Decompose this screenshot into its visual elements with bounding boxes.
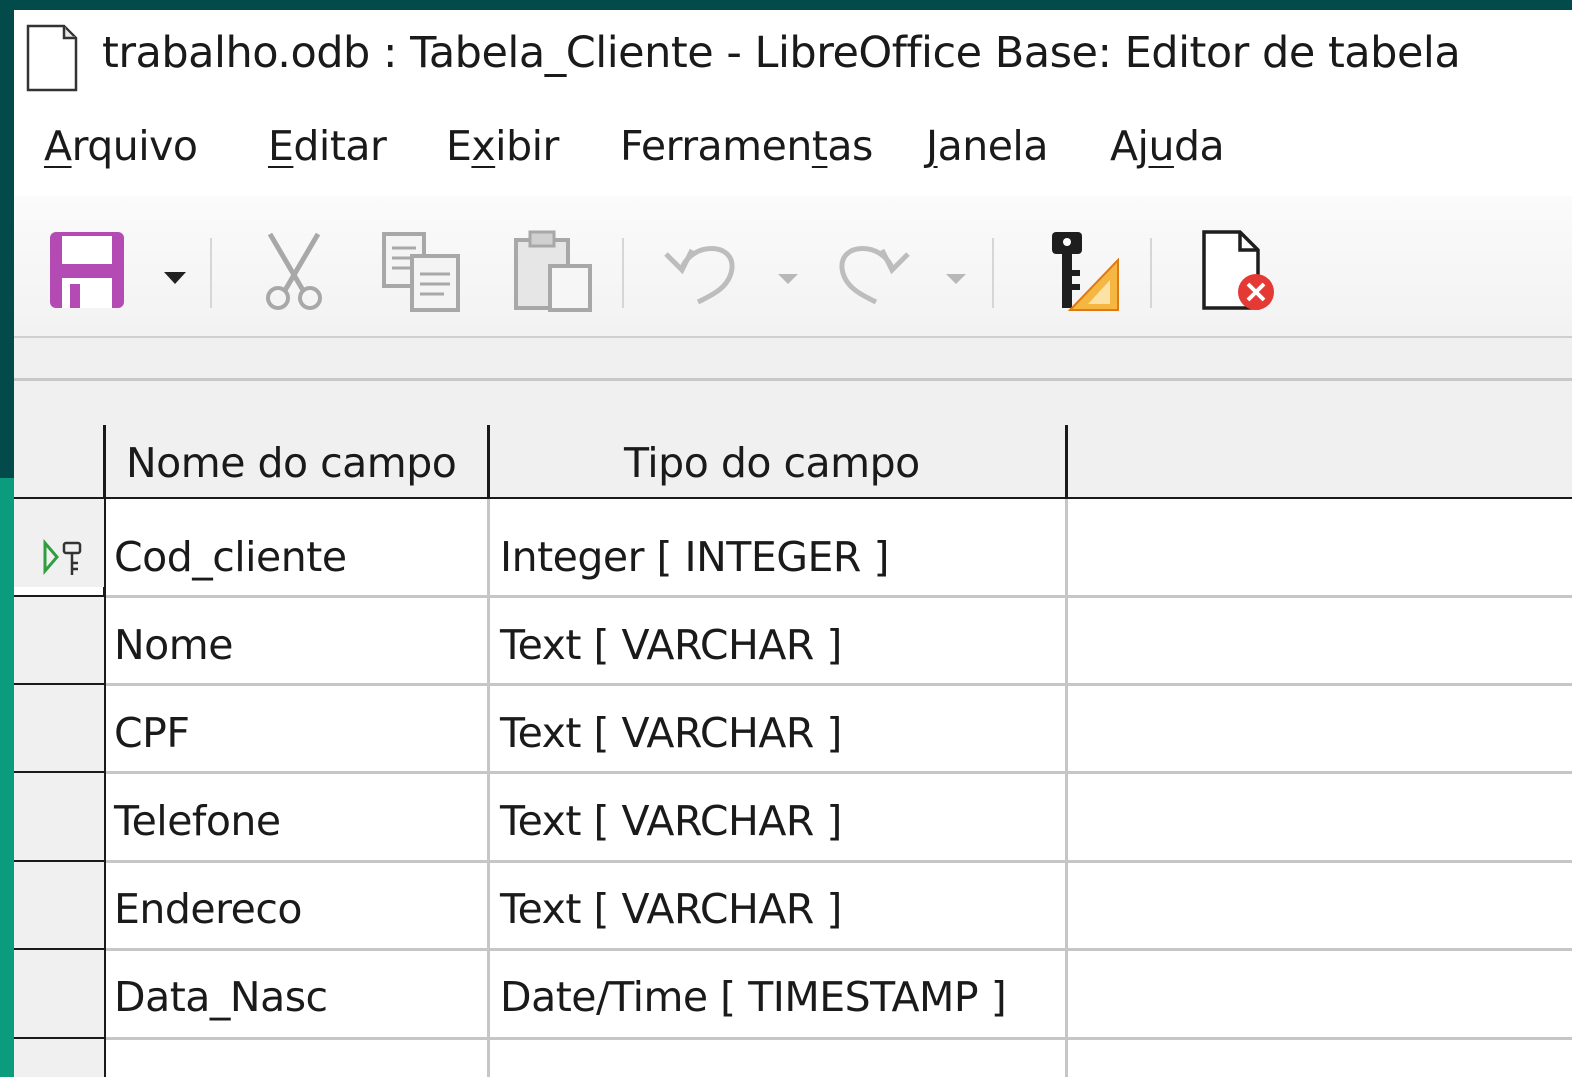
menu-exibir-accel: x <box>471 122 496 170</box>
toolbar-separator <box>622 238 624 308</box>
index-design-icon[interactable] <box>1048 230 1120 312</box>
grid-corner-header <box>14 425 104 497</box>
menu-editar-rest: ditar <box>293 122 387 170</box>
row-divider <box>106 860 1572 863</box>
undo-icon[interactable] <box>662 236 738 306</box>
field-name-cell[interactable]: Data_Nasc <box>114 973 328 1021</box>
grid-top-strip <box>14 381 1572 425</box>
field-type-cell[interactable]: Text [ VARCHAR ] <box>500 885 842 933</box>
row-divider <box>106 948 1572 951</box>
column-header-field-type[interactable]: Tipo do campo <box>490 425 1066 497</box>
field-type-cell[interactable]: Text [ VARCHAR ] <box>500 621 842 669</box>
field-name-cell[interactable]: Endereco <box>114 885 302 933</box>
save-icon[interactable] <box>48 230 126 310</box>
toolbar-separator <box>210 238 212 308</box>
field-type-cell[interactable]: Text [ VARCHAR ] <box>500 709 842 757</box>
document-icon <box>26 24 78 92</box>
column-divider <box>487 499 490 1077</box>
table-editor-window: trabalho.odb : Tabela_Cliente - LibreOff… <box>14 10 1572 1077</box>
row-handle[interactable] <box>14 1039 104 1077</box>
undo-dropdown-icon[interactable] <box>776 272 800 286</box>
menu-arquivo-rest: rquivo <box>71 122 198 170</box>
close-document-icon[interactable] <box>1200 230 1280 314</box>
copy-icon[interactable] <box>382 232 462 312</box>
field-definition-grid: Nome do campo Tipo do campo Cod_cliente … <box>14 425 1572 1077</box>
field-name-cell[interactable]: CPF <box>114 709 190 757</box>
field-type-cell[interactable]: Date/Time [ TIMESTAMP ] <box>500 973 1007 1021</box>
menu-ajuda-accel: u <box>1148 122 1174 170</box>
row-handle[interactable] <box>14 862 104 950</box>
menu-ajuda-rest: da <box>1173 122 1225 170</box>
menu-exibir[interactable]: Exibir <box>446 122 559 170</box>
menu-ajuda[interactable]: Ajuda <box>1110 122 1225 170</box>
menu-editar-accel: E <box>268 122 294 170</box>
menu-editar[interactable]: Editar <box>268 122 387 170</box>
menu-ferramentas-accel: t <box>811 122 828 170</box>
menu-janela[interactable]: Janela <box>926 122 1048 170</box>
toolbar-bottom-strip <box>14 338 1572 381</box>
column-header-field-name-label: Nome do campo <box>126 439 457 487</box>
row-divider <box>106 1037 1572 1040</box>
menu-ajuda-pre: Aj <box>1110 122 1149 170</box>
column-header-description[interactable] <box>1068 425 1572 497</box>
row-divider <box>106 683 1572 686</box>
menu-exibir-rest: ibir <box>495 122 559 170</box>
column-header-field-name[interactable]: Nome do campo <box>106 425 488 497</box>
field-type-cell[interactable]: Integer [ INTEGER ] <box>500 533 889 581</box>
paste-icon[interactable] <box>514 230 594 312</box>
title-bar: trabalho.odb : Tabela_Cliente - LibreOff… <box>14 10 1572 106</box>
current-row-primary-key-icon <box>43 539 82 576</box>
desktop-background-top <box>0 0 1572 10</box>
redo-dropdown-icon[interactable] <box>944 272 968 286</box>
menu-arquivo[interactable]: Arquivo <box>44 122 198 170</box>
menu-bar: Arquivo Editar Exibir Ferramentas Janela… <box>14 106 1572 196</box>
menu-exibir-pre: E <box>446 122 472 170</box>
column-divider <box>487 425 490 499</box>
header-bottom-border <box>14 497 1572 499</box>
toolbar-separator <box>1150 238 1152 308</box>
column-divider <box>1065 425 1068 499</box>
row-divider <box>106 771 1572 774</box>
row-handle[interactable] <box>14 597 104 685</box>
toolbar-separator <box>992 238 994 308</box>
row-divider <box>106 595 1572 598</box>
field-type-cell[interactable]: Text [ VARCHAR ] <box>500 797 842 845</box>
menu-ferramentas[interactable]: Ferramentas <box>620 122 873 170</box>
window-title: trabalho.odb : Tabela_Cliente - LibreOff… <box>102 28 1461 78</box>
row-handle[interactable] <box>14 773 104 861</box>
column-divider <box>1065 499 1068 1077</box>
save-dropdown-icon[interactable] <box>162 270 188 286</box>
desktop-background-left <box>0 0 14 1077</box>
row-handle[interactable] <box>14 685 104 773</box>
standard-toolbar <box>14 196 1572 338</box>
cut-icon[interactable] <box>258 232 330 312</box>
menu-janela-rest: anela <box>937 122 1049 170</box>
field-name-cell[interactable]: Nome <box>114 621 233 669</box>
menu-ferramentas-rest: as <box>827 122 873 170</box>
row-handle[interactable] <box>14 950 104 1038</box>
field-name-cell[interactable]: Telefone <box>114 797 281 845</box>
menu-janela-accel: J <box>926 122 938 170</box>
column-header-field-type-label: Tipo do campo <box>624 439 920 487</box>
menu-ferramentas-pre: Ferramen <box>620 122 812 170</box>
redo-icon[interactable] <box>836 236 912 306</box>
menu-arquivo-accel: A <box>44 122 72 170</box>
field-name-cell[interactable]: Cod_cliente <box>114 533 347 581</box>
